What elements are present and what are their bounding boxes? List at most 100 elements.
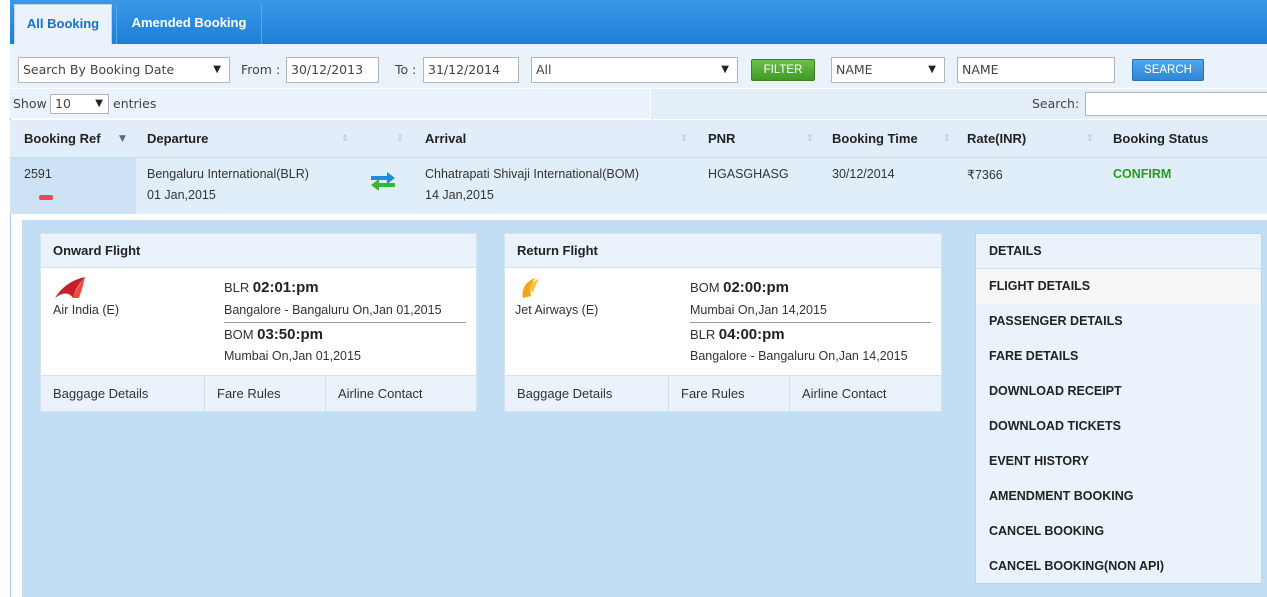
entries-select[interactable]: 10 ▼ (50, 94, 109, 114)
return-arr-place: Bangalore - Bangaluru On,Jan 14,2015 (690, 349, 908, 363)
departure-airport: Bengaluru International(BLR) (147, 167, 309, 181)
tab-amended-booking[interactable]: Amended Booking (116, 4, 262, 44)
tab-all-booking[interactable]: All Booking (14, 4, 112, 44)
return-arr-time: 04:00:pm (718, 326, 785, 343)
return-dep-code: BOM (690, 280, 720, 295)
column-pnr[interactable]: PNR (708, 120, 735, 158)
menu-event-history[interactable]: EVENT HISTORY (976, 444, 1261, 479)
onward-baggage-details-link[interactable]: Baggage Details (41, 376, 148, 412)
chevron-down-icon: ▼ (928, 64, 936, 75)
jet-airways-logo-icon (522, 278, 539, 298)
sort-arrows-icon[interactable]: ⇕ (341, 120, 349, 158)
pnr-value: HGASGHASG (708, 167, 789, 181)
sort-arrows-icon[interactable]: ⇕ (806, 120, 814, 158)
onward-departure: BLR 02:01:pm (224, 279, 319, 296)
search-by-select[interactable]: Search By Booking Date ▼ (18, 57, 230, 83)
search-area: Search: (650, 89, 1267, 119)
onward-airline-contact-link[interactable]: Airline Contact (326, 376, 423, 412)
name-field-select[interactable]: NAME ▼ (831, 57, 945, 83)
chevron-down-icon: ▼ (213, 64, 221, 75)
arrival-airport: Chhatrapati Shivaji International(BOM) (425, 167, 639, 181)
return-baggage-details-link[interactable]: Baggage Details (505, 376, 612, 412)
search-button[interactable]: SEARCH (1132, 59, 1204, 81)
return-airline: Jet Airways (E) (515, 303, 599, 317)
swap-arrows-icon (371, 172, 395, 191)
sort-arrows-icon[interactable]: ⇕ (943, 120, 951, 158)
table-row[interactable]: 2591 Bengaluru International(BLR) 01 Jan… (10, 158, 1267, 214)
onward-card-footer: Baggage Details Fare Rules Airline Conta… (41, 375, 476, 412)
onward-dep-time: 02:01:pm (252, 279, 319, 296)
from-label: From : (241, 62, 281, 77)
column-rate[interactable]: Rate(INR) (967, 120, 1026, 158)
chevron-down-icon: ▼ (721, 64, 729, 75)
sort-arrows-icon[interactable]: ⇕ (396, 120, 404, 158)
return-flight-card: Return Flight Jet Airways (E) BOM 02:00:… (504, 233, 942, 412)
departure-date: 01 Jan,2015 (147, 188, 216, 202)
onward-arr-place: Mumbai On,Jan 01,2015 (224, 349, 361, 363)
onward-fare-rules-link[interactable]: Fare Rules (205, 376, 281, 412)
table-controls: Show 10 ▼ entries Search: (10, 88, 1267, 119)
details-menu-header: DETAILS (976, 234, 1261, 269)
column-departure[interactable]: Departure (147, 120, 208, 158)
return-arr-code: BLR (690, 327, 716, 342)
filter-bar: Search By Booking Date ▼ From : 30/12/20… (10, 44, 1267, 88)
booking-time-value: 30/12/2014 (832, 167, 895, 181)
search-by-value: Search By Booking Date (23, 62, 175, 77)
name-search-input[interactable]: NAME (957, 57, 1115, 83)
menu-amendment-booking[interactable]: AMENDMENT BOOKING (976, 479, 1261, 514)
onward-arr-time: 03:50:pm (257, 326, 323, 343)
column-arrival[interactable]: Arrival (425, 120, 466, 158)
onward-flight-card: Onward Flight Air India (E) BLR 02:01:pm… (40, 233, 477, 412)
return-departure: BOM 02:00:pm (690, 279, 789, 296)
tab-bar: All Booking Amended Booking (10, 0, 1267, 44)
table-search-input[interactable] (1085, 92, 1267, 116)
status-select-value: All (536, 62, 552, 77)
return-fare-rules-link[interactable]: Fare Rules (669, 376, 745, 412)
status-badge: CONFIRM (1113, 167, 1172, 181)
menu-fare-details[interactable]: FARE DETAILS (976, 339, 1261, 374)
column-booking-status[interactable]: Booking Status (1113, 120, 1208, 158)
menu-flight-details[interactable]: FLIGHT DETAILS (976, 269, 1261, 304)
air-india-logo-icon (55, 277, 85, 298)
menu-download-tickets[interactable]: DOWNLOAD TICKETS (976, 409, 1261, 444)
sort-desc-icon[interactable]: ▼ (119, 120, 126, 158)
onward-flight-title: Onward Flight (41, 234, 476, 268)
to-label: To : (395, 62, 417, 77)
column-booking-ref[interactable]: Booking Ref (24, 120, 101, 158)
name-field-value: NAME (836, 62, 873, 77)
arrival-date: 14 Jan,2015 (425, 188, 494, 202)
table-header: Booking Ref ▼ Departure ⇕ ⇕ Arrival ⇕ PN… (10, 120, 1267, 158)
onward-arr-code: BOM (224, 327, 254, 342)
entries-value: 10 (55, 96, 71, 111)
from-date-input[interactable]: 30/12/2013 (286, 57, 379, 83)
show-label: Show (13, 96, 47, 111)
details-menu: DETAILS FLIGHT DETAILS PASSENGER DETAILS… (975, 233, 1262, 584)
to-date-input[interactable]: 31/12/2014 (423, 57, 519, 83)
onward-arrival: BOM 03:50:pm (224, 326, 323, 343)
status-select[interactable]: All ▼ (531, 57, 738, 83)
menu-download-receipt[interactable]: DOWNLOAD RECEIPT (976, 374, 1261, 409)
booking-ref: 2591 (24, 167, 52, 181)
onward-dep-code: BLR (224, 280, 250, 295)
entries-label: entries (113, 96, 157, 111)
return-arrival: BLR 04:00:pm (690, 326, 785, 343)
sort-arrows-icon[interactable]: ⇕ (680, 120, 688, 158)
return-card-footer: Baggage Details Fare Rules Airline Conta… (505, 375, 941, 412)
menu-cancel-booking[interactable]: CANCEL BOOKING (976, 514, 1261, 549)
return-dep-time: 02:00:pm (723, 279, 789, 296)
filter-button[interactable]: FILTER (751, 59, 815, 81)
menu-passenger-details[interactable]: PASSENGER DETAILS (976, 304, 1261, 339)
return-airline-contact-link[interactable]: Airline Contact (790, 376, 887, 412)
divider (690, 322, 931, 323)
chevron-down-icon: ▼ (95, 98, 103, 109)
onward-dep-place: Bangalore - Bangaluru On,Jan 01,2015 (224, 303, 442, 317)
minus-icon[interactable] (39, 195, 53, 200)
divider (224, 322, 466, 323)
return-dep-place: Mumbai On,Jan 14,2015 (690, 303, 827, 317)
onward-airline: Air India (E) (53, 303, 119, 317)
menu-cancel-booking-non-api[interactable]: CANCEL BOOKING(NON API) (976, 549, 1261, 584)
column-booking-time[interactable]: Booking Time (832, 120, 918, 158)
table-search-label: Search: (1032, 96, 1080, 111)
rate-value: ₹7366 (967, 168, 1003, 182)
sort-arrows-icon[interactable]: ⇕ (1086, 120, 1094, 158)
